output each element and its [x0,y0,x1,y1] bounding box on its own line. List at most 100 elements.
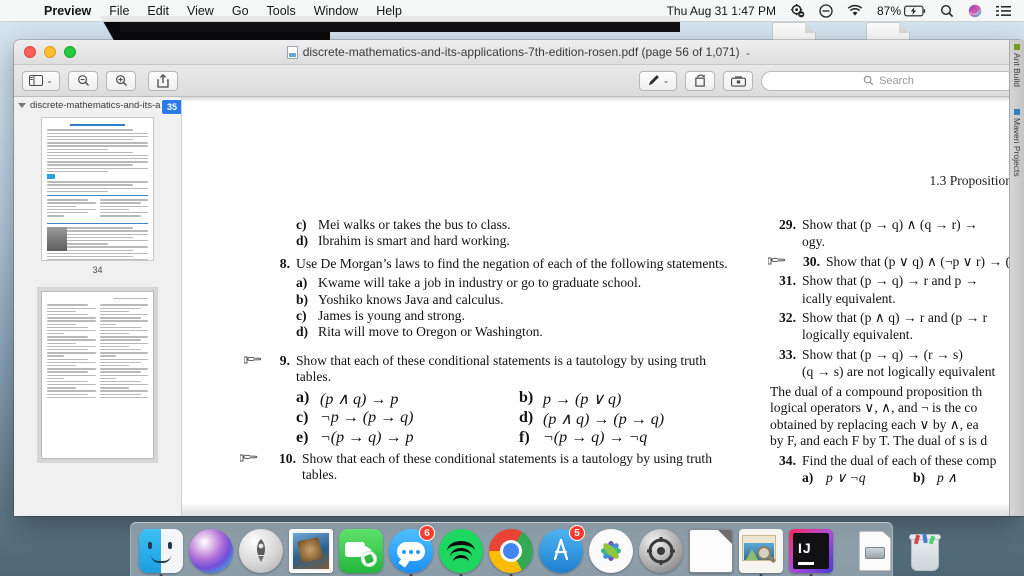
exercise-8-subs: a) Kwame will take a job in industry or … [296,275,742,341]
sub-formula: ¬p → (p → q) [320,408,414,426]
dock-item-intellij-idea[interactable]: IJ [789,527,833,576]
spotlight-search-icon[interactable] [933,4,961,18]
do-not-disturb-icon[interactable] [812,3,840,18]
sub-formula: (p ∧ q) → p [320,390,399,408]
background-ide-tool-strip[interactable]: Ant Build Maven Projects [1009,40,1024,516]
page-bottom-shadow [182,502,1024,516]
menu-window[interactable]: Window [305,0,367,22]
maven-icon [1014,109,1020,116]
dock-item-spotify[interactable] [439,527,483,576]
sub-formula: ¬(p → q) → ¬q [543,428,648,446]
gear-process-icon[interactable] [783,3,812,18]
wifi-icon[interactable] [840,4,870,17]
file-fold-corner [899,22,910,33]
libreoffice-icon [689,529,733,573]
thumbnail-item-35[interactable]: 35 [14,99,181,459]
sidebar-header[interactable]: discrete-mathematics-and-its-ap... [14,97,181,113]
dock-item-photos[interactable] [589,527,633,573]
zoom-out-button[interactable] [68,70,98,91]
search-input[interactable]: Search [761,70,1016,91]
chevron-down-icon[interactable]: ⌄ [663,76,670,85]
exercise-30: 30. Show that (p ∨ q) ∧ (¬p ∨ r) → (q [768,254,1024,270]
sidebar-toggle-button[interactable]: ⌄ [22,70,60,91]
share-button[interactable] [148,70,178,91]
ide-tab-label: Ant Build [1012,53,1022,88]
dock-item-facetime[interactable] [339,527,383,573]
sidebar-document-name: discrete-mathematics-and-its-ap... [30,99,174,111]
siri-icon[interactable] [961,4,989,18]
macos-dock: 6 5 IJ [130,522,941,576]
chevron-down-icon[interactable]: ⌄ [46,76,53,85]
dock-item-chrome[interactable] [489,527,533,576]
dock-item-system-preferences[interactable] [639,527,683,573]
dock-item-preview[interactable] [739,527,783,576]
battery-percent-label: 87% [876,3,901,18]
dock-item-finder[interactable] [139,527,183,576]
battery-charging-icon[interactable] [904,5,933,17]
paragraph-line: logical operators ∨, ∧, and ¬ is the co [770,400,978,416]
page-thumbnail[interactable] [41,117,154,261]
paragraph-line: by F, and each F by T. The dual of s is … [770,433,988,449]
exercise-number: 10. [279,450,296,466]
sub-letter: e) [296,428,309,446]
menu-preview[interactable]: Preview [35,0,100,22]
paragraph-line: obtained by replacing each ∨ by ∧, ea [770,416,979,432]
markup-toolbox-button[interactable] [723,70,753,91]
file-fold-corner [805,22,816,33]
window-titlebar[interactable]: discrete-mathematics-and-its-application… [14,40,1024,65]
menu-tools[interactable]: Tools [258,0,305,22]
dock-item-app-store[interactable]: 5 [539,525,585,573]
intellij-idea-icon: IJ [789,529,833,573]
apple-logo-icon[interactable] [0,3,35,18]
sub-letter: c) [296,408,309,426]
dock-item-launchpad[interactable] [239,527,283,573]
sub-formula: p → (p ∨ q) [543,390,622,408]
sub-letter: b) [296,291,309,307]
menu-go[interactable]: Go [223,0,258,22]
exercise-31: 31. Show that (p → q) → r and p → [770,273,1024,289]
exercise-33-continuation: (q → s) are not logically equivalent [802,364,996,380]
menu-bar-status-area: 87% Thu Aug 31 1:47 PM [660,0,1024,22]
zoom-in-button[interactable] [106,70,136,91]
trash-icon [903,529,947,573]
dock-item-siri[interactable] [189,527,233,573]
menu-file[interactable]: File [100,0,138,22]
page-columns: c) Mei walks or takes the bus to class. … [182,217,1024,516]
exercise-text: Use De Morgan’s laws to find the negatio… [296,255,728,271]
photos-icon [589,529,633,573]
sub-formula: p ∨ ¬q [826,470,866,486]
exercise-number: 32. [779,310,796,326]
dock-item-trash[interactable] [903,527,947,573]
dock-item-mail[interactable] [289,527,333,573]
list-item: d) Rita will move to Oregon or Washingto… [296,324,742,340]
exercise-text: Show that each of these conditional stat… [302,450,713,483]
exercise-number: 9. [279,352,290,368]
sub-text: Yoshiko knows Java and calculus. [318,291,504,307]
pdf-page: 1.3 Proposition c) Mei walks or takes th… [182,97,1024,516]
markup-button[interactable]: ⌄ [639,70,677,91]
menu-clock[interactable]: Thu Aug 31 1:47 PM [660,0,783,22]
thumbnail-sidebar[interactable]: discrete-mathematics-and-its-ap... 34 35 [14,97,182,516]
thumbnail-item-34[interactable]: 34 [14,117,181,275]
exercise-34: 34. Find the dual of each of these comp [770,453,1024,469]
document-file-icon [853,529,897,573]
menu-view[interactable]: View [178,0,223,22]
ide-tab-maven-projects[interactable]: Maven Projects [1010,105,1024,181]
sub-letter: d) [296,324,309,340]
menu-help[interactable]: Help [367,0,411,22]
exercise-text: Show that each of these conditional stat… [296,352,707,385]
page-shadow [182,97,1024,102]
ide-tab-ant-build[interactable]: Ant Build [1010,40,1024,91]
disclosure-triangle-icon[interactable] [18,102,26,108]
dock-item-document-file[interactable] [853,527,897,573]
menu-edit[interactable]: Edit [138,0,178,22]
title-chevron-down-icon[interactable]: ⌄ [745,48,752,57]
dock-item-libreoffice[interactable] [689,527,733,573]
dock-item-messages[interactable]: 6 [389,525,435,576]
page-thumbnail-selected[interactable] [41,291,154,459]
sub-text: Ibrahim is smart and hard working. [318,233,510,249]
document-scroll-area[interactable]: 1.3 Proposition c) Mei walks or takes th… [182,97,1024,516]
rotate-button[interactable] [685,70,715,91]
menu-items: Preview File Edit View Go Tools Window H… [0,0,411,22]
notification-center-icon[interactable] [989,5,1018,17]
